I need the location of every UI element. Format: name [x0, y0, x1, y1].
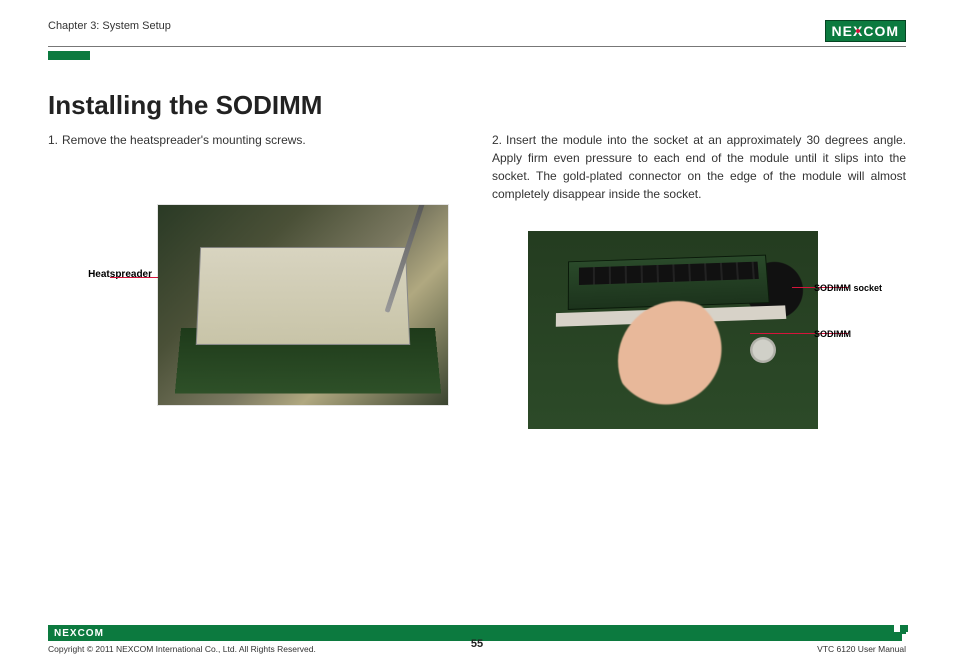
logo-text-post: COM: [863, 23, 899, 39]
callout-sodimm: SODIMM: [814, 329, 851, 339]
callout-sodimm-socket-label: SODIMM socket: [814, 284, 864, 294]
callout-sodimm-socket: SODIMM socket: [814, 283, 864, 294]
step-2-number: 2.: [492, 133, 502, 147]
content-columns: 1. Remove the heatspreader's mounting scr…: [48, 131, 906, 429]
footer-doc: VTC 6120 User Manual: [817, 644, 906, 654]
accent-bar: [48, 51, 90, 60]
step-2-text: 2.Insert the module into the socket at a…: [492, 131, 906, 203]
callout-heatspreader: Heatspreader: [48, 205, 158, 280]
chapter-label: Chapter 3: System Setup: [48, 20, 171, 32]
photo-heatspreader: [158, 205, 448, 405]
figure-2: SODIMM socket SODIMM: [492, 231, 906, 429]
logo-text-pre: NE: [832, 23, 853, 39]
footer-logo-x: X: [70, 628, 78, 639]
figure-1: Heatspreader: [48, 205, 462, 405]
photo-sodimm-install: [528, 231, 818, 429]
footer-copyright: Copyright © 2011 NEXCOM International Co…: [48, 644, 316, 654]
step-1-body: Remove the heatspreader's mounting screw…: [62, 133, 306, 147]
brand-logo: NEXCOM: [825, 20, 906, 42]
logo-text-x: X: [853, 23, 863, 39]
page-header: Chapter 3: System Setup NEXCOM: [48, 20, 906, 47]
footer-logo-pre: NE: [54, 628, 70, 639]
step-1-text: 1. Remove the heatspreader's mounting scr…: [48, 131, 462, 149]
page-title: Installing the SODIMM: [48, 90, 906, 121]
footer-logo-post: COM: [78, 628, 104, 639]
step-1-number: 1.: [48, 133, 58, 147]
callout-heatspreader-label: Heatspreader: [88, 269, 152, 280]
left-column: 1. Remove the heatspreader's mounting scr…: [48, 131, 462, 429]
callout-sodimm-label: SODIMM: [814, 329, 851, 339]
footer-end-decoration: [894, 625, 908, 641]
page-number: 55: [471, 638, 483, 650]
step-2-body: Insert the module into the socket at an …: [492, 133, 906, 201]
right-column: 2.Insert the module into the socket at a…: [492, 131, 906, 429]
